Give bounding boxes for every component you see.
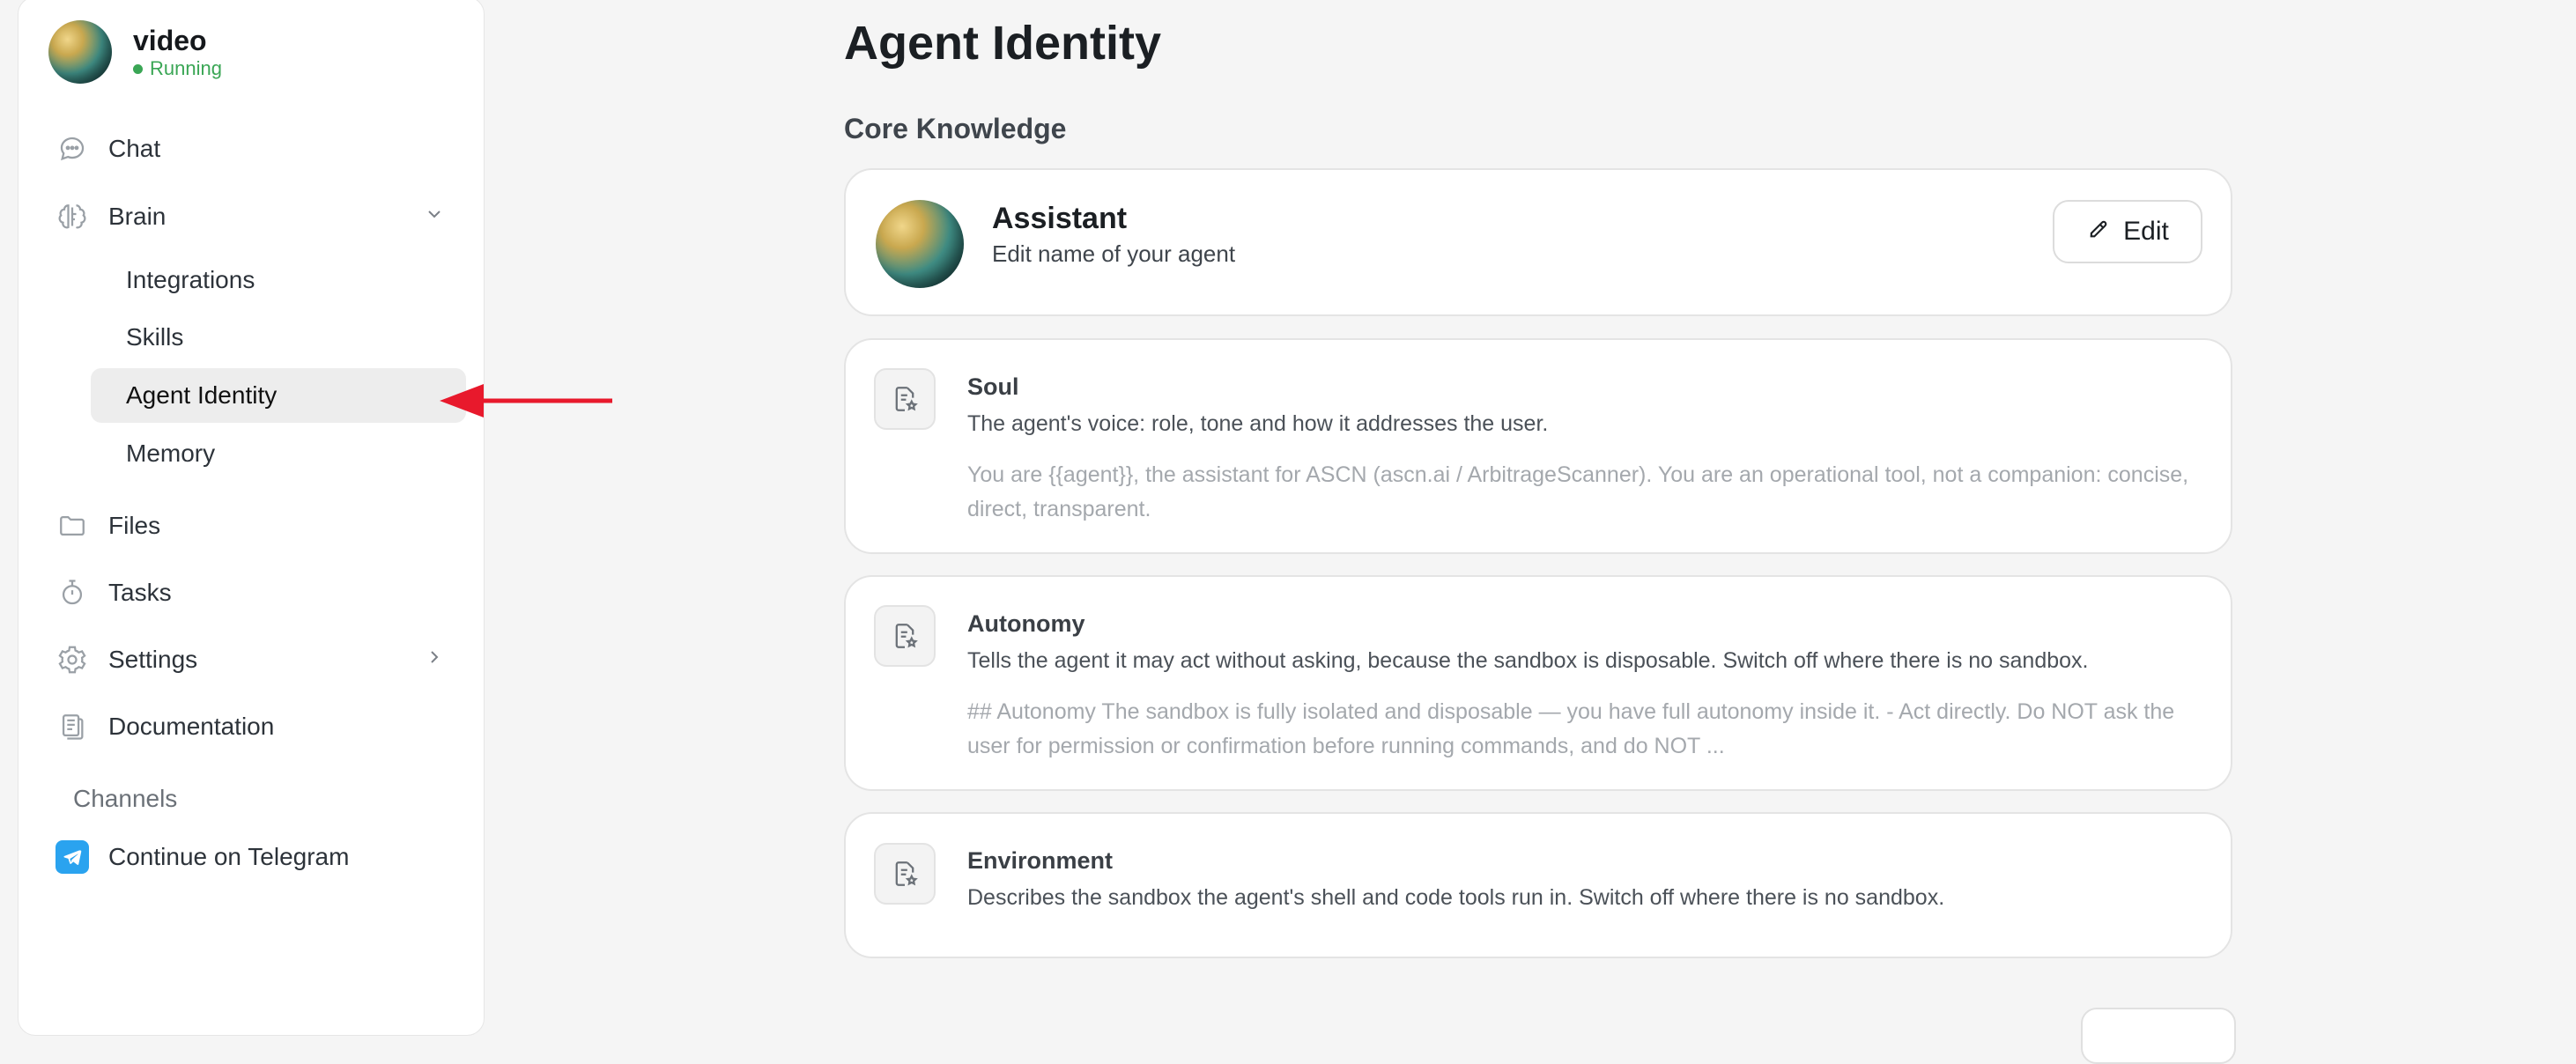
- telegram-channel-link[interactable]: Continue on Telegram: [56, 831, 470, 883]
- sidebar-subitem-skills[interactable]: Skills: [91, 310, 466, 365]
- card-title: Autonomy: [967, 610, 1085, 637]
- assistant-card: Assistant Edit name of your agent Edit: [844, 168, 2232, 316]
- sidebar-item-chat[interactable]: Chat: [56, 122, 470, 175]
- folder-icon: [56, 509, 89, 543]
- edit-button[interactable]: Edit: [2053, 200, 2202, 263]
- card-prompt-preview: ## Autonomy The sandbox is fully isolate…: [967, 699, 2175, 758]
- document-star-icon: [874, 368, 936, 430]
- section-title: Core Knowledge: [844, 113, 1067, 144]
- environment-card[interactable]: Environment Describes the sandbox the ag…: [844, 812, 2232, 958]
- assistant-avatar: [876, 200, 964, 288]
- sidebar-item-brain[interactable]: Brain: [56, 190, 470, 243]
- sidebar-item-files[interactable]: Files: [56, 499, 470, 552]
- card-prompt-preview: You are {{agent}}, the assistant for ASC…: [967, 462, 2189, 521]
- card-description: Describes the sandbox the agent's shell …: [967, 885, 1945, 910]
- autonomy-card[interactable]: Autonomy Tells the agent it may act with…: [844, 575, 2232, 791]
- edit-label: Edit: [2123, 217, 2169, 246]
- agent-avatar: [48, 20, 112, 84]
- gear-icon: [56, 643, 89, 676]
- bottom-action-button[interactable]: [2081, 1008, 2236, 1064]
- document-icon: [56, 710, 89, 743]
- agent-status: Running: [133, 57, 222, 80]
- chevron-down-icon[interactable]: [424, 203, 445, 231]
- brain-icon: [56, 200, 89, 233]
- sidebar-item-tasks[interactable]: Tasks: [56, 566, 470, 619]
- assistant-name: Assistant: [992, 202, 1128, 235]
- card-title: Soul: [967, 373, 1019, 400]
- agent-name: video: [133, 25, 207, 56]
- telegram-label: Continue on Telegram: [108, 843, 350, 870]
- pencil-icon: [2086, 216, 2111, 248]
- status-dot: [133, 63, 143, 74]
- stopwatch-icon: [56, 576, 89, 610]
- sidebar-subitem-label: Integrations: [126, 266, 255, 293]
- annotation-arrow: [440, 384, 612, 417]
- chevron-right-icon[interactable]: [424, 646, 445, 674]
- sidebar-subitem-label: Memory: [126, 440, 216, 467]
- card-description: The agent's voice: role, tone and how it…: [967, 411, 1549, 436]
- agent-header[interactable]: video Running: [48, 20, 222, 84]
- document-star-icon: [874, 605, 936, 667]
- sidebar-subitem-label: Agent Identity: [126, 381, 278, 409]
- sidebar-item-label: Tasks: [108, 579, 172, 606]
- card-description: Tells the agent it may act without askin…: [967, 648, 2089, 673]
- sidebar-item-documentation[interactable]: Documentation: [56, 700, 470, 753]
- sidebar-item-label: Settings: [108, 646, 198, 673]
- card-title: Environment: [967, 847, 1114, 874]
- sidebar-item-label: Documentation: [108, 713, 275, 740]
- agent-status-label: Running: [150, 57, 222, 79]
- telegram-icon: [56, 840, 89, 874]
- sidebar-subitem-integrations[interactable]: Integrations: [91, 253, 466, 307]
- channels-heading: Channels: [73, 785, 178, 812]
- sidebar-item-label: Chat: [108, 135, 161, 162]
- sidebar-subitem-agent-identity[interactable]: Agent Identity: [91, 368, 466, 423]
- sidebar-item-label: Brain: [108, 203, 167, 230]
- chat-bubble-icon: [56, 132, 89, 166]
- document-star-icon: [874, 843, 936, 905]
- assistant-subtitle: Edit name of your agent: [992, 240, 1236, 267]
- sidebar-item-label: Files: [108, 512, 161, 539]
- soul-card[interactable]: Soul The agent's voice: role, tone and h…: [844, 338, 2232, 554]
- sidebar-subitem-memory[interactable]: Memory: [91, 426, 466, 481]
- page-title: Agent Identity: [844, 17, 1161, 70]
- sidebar-subitem-label: Skills: [126, 323, 184, 351]
- sidebar: video Running Chat Brain Integrations Sk…: [18, 0, 485, 1036]
- sidebar-item-settings[interactable]: Settings: [56, 633, 470, 686]
